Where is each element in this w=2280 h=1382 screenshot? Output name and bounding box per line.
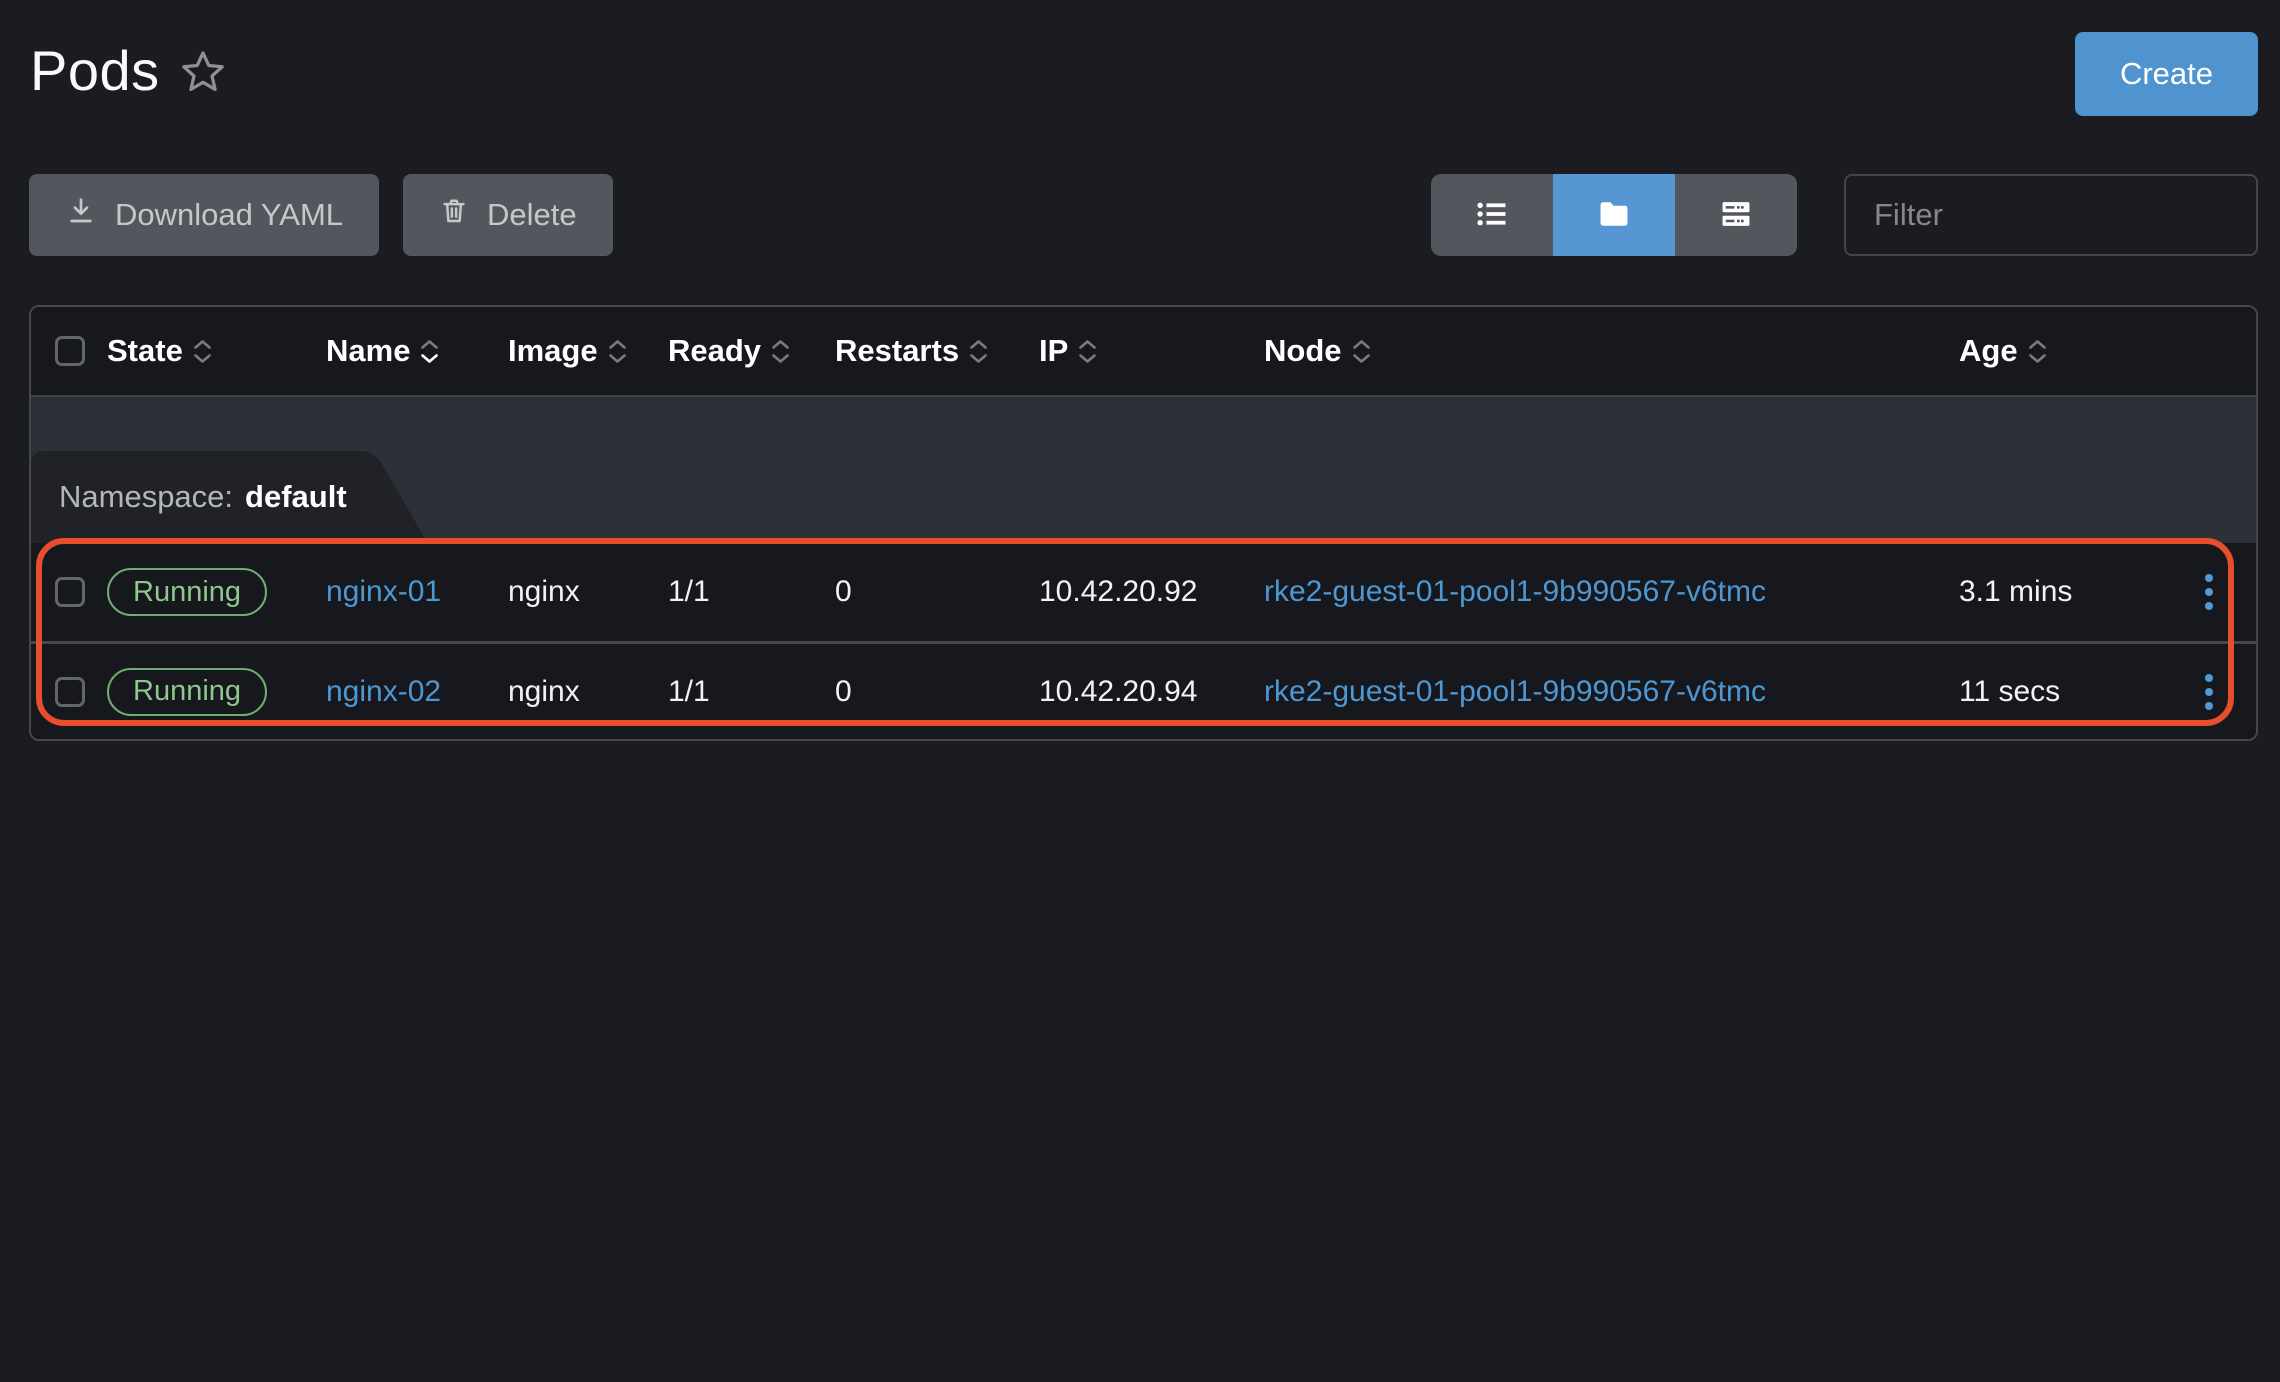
pod-name-link[interactable]: nginx-01: [326, 575, 508, 609]
view-list-button[interactable]: [1431, 174, 1553, 256]
trash-icon: [439, 196, 469, 234]
restarts-cell: 0: [835, 675, 1039, 709]
download-icon: [65, 195, 97, 235]
delete-label: Delete: [487, 197, 577, 233]
delete-button[interactable]: Delete: [403, 174, 613, 256]
column-label: State: [107, 333, 183, 369]
column-label: Age: [1959, 333, 2018, 369]
row-checkbox[interactable]: [55, 677, 85, 707]
sort-icons: [2028, 339, 2047, 364]
bulk-actions: Download YAML Delete: [29, 174, 613, 256]
column-header-age[interactable]: Age: [1959, 333, 2162, 369]
select-all-checkbox[interactable]: [55, 336, 85, 366]
row-select-cell: [31, 577, 97, 607]
column-label: Node: [1264, 333, 1342, 369]
row-actions-button[interactable]: [2195, 564, 2223, 620]
ip-cell: 10.42.20.94: [1039, 675, 1264, 709]
table-header-row: State Name Image Ready: [31, 307, 2256, 397]
column-label: Restarts: [835, 333, 959, 369]
restarts-cell: 0: [835, 575, 1039, 609]
favorite-star-icon[interactable]: [180, 48, 226, 94]
filter-input[interactable]: [1844, 174, 2258, 256]
status-badge: Running: [107, 568, 267, 616]
column-label: Ready: [668, 333, 761, 369]
column-label: IP: [1039, 333, 1068, 369]
table-row[interactable]: Running nginx-01 nginx 1/1 0 10.42.20.92…: [31, 543, 2256, 641]
page-header: Pods: [30, 38, 226, 103]
image-cell: nginx: [508, 575, 668, 609]
column-header-node[interactable]: Node: [1264, 333, 1959, 369]
pods-table: State Name Image Ready: [29, 305, 2258, 741]
ready-cell: 1/1: [668, 675, 835, 709]
column-header-ip[interactable]: IP: [1039, 333, 1264, 369]
sort-icons-active: [420, 339, 439, 364]
sort-icons: [193, 339, 212, 364]
ready-cell: 1/1: [668, 575, 835, 609]
state-cell: Running: [97, 568, 326, 616]
bulleted-list-icon: [1473, 195, 1511, 236]
namespace-group-value: default: [245, 479, 347, 515]
sort-icons: [1078, 339, 1097, 364]
image-cell: nginx: [508, 675, 668, 709]
age-cell: 3.1 mins: [1959, 575, 2162, 609]
namespace-group-tab: Namespace: default: [31, 451, 361, 543]
pod-name-link[interactable]: nginx-02: [326, 675, 508, 709]
row-actions-button[interactable]: [2195, 664, 2223, 720]
ip-cell: 10.42.20.92: [1039, 575, 1264, 609]
create-button[interactable]: Create: [2075, 32, 2258, 116]
column-header-ready[interactable]: Ready: [668, 333, 835, 369]
table-row[interactable]: Running nginx-02 nginx 1/1 0 10.42.20.94…: [31, 641, 2256, 739]
age-cell: 11 secs: [1959, 675, 2162, 709]
sort-icons: [1352, 339, 1371, 364]
column-header-restarts[interactable]: Restarts: [835, 333, 1039, 369]
download-yaml-button[interactable]: Download YAML: [29, 174, 379, 256]
state-cell: Running: [97, 668, 326, 716]
download-yaml-label: Download YAML: [115, 197, 343, 233]
view-mode-toggle: [1431, 174, 1797, 256]
sort-icons: [771, 339, 790, 364]
namespace-group-label: Namespace:: [59, 479, 233, 515]
view-grouped-button[interactable]: [1553, 174, 1675, 256]
stacked-rows-icon: [1717, 195, 1755, 236]
status-badge: Running: [107, 668, 267, 716]
column-header-state[interactable]: State: [97, 333, 326, 369]
page-title: Pods: [30, 38, 160, 103]
view-flat-button[interactable]: [1675, 174, 1797, 256]
column-label: Image: [508, 333, 598, 369]
sort-icons: [608, 339, 627, 364]
node-link[interactable]: rke2-guest-01-pool1-9b990567-v6tmc: [1264, 675, 1959, 709]
column-label: Name: [326, 333, 410, 369]
row-checkbox[interactable]: [55, 577, 85, 607]
folder-icon: [1595, 195, 1633, 236]
column-header-name[interactable]: Name: [326, 333, 508, 369]
row-select-cell: [31, 677, 97, 707]
node-link[interactable]: rke2-guest-01-pool1-9b990567-v6tmc: [1264, 575, 1959, 609]
select-all-cell: [31, 336, 97, 366]
column-header-image[interactable]: Image: [508, 333, 668, 369]
namespace-group-row: Namespace: default: [31, 397, 2256, 543]
sort-icons: [969, 339, 988, 364]
